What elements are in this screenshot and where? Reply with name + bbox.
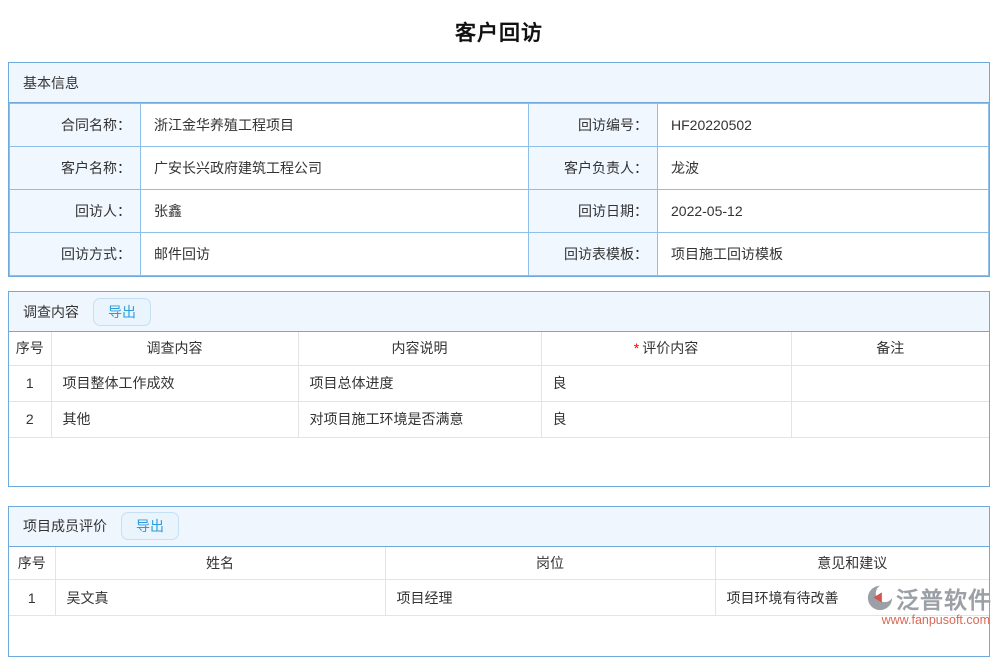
required-asterisk: * — [634, 340, 639, 356]
members-section-title: 项目成员评价 — [23, 516, 107, 536]
survey-description-cell: 项目总体进度 — [298, 365, 541, 401]
visit-template-label: 回访表模板： — [529, 233, 658, 276]
visit-number-value: HF20220502 — [658, 104, 989, 147]
customer-name-label: 客户名称： — [10, 147, 141, 190]
survey-col-evaluation: *评价内容 — [541, 332, 791, 365]
basic-info-row: 回访方式： 邮件回访 回访表模板： 项目施工回访模板 — [10, 233, 989, 276]
customer-name-value: 广安长兴政府建筑工程公司 — [141, 147, 529, 190]
row-index: 1 — [9, 365, 51, 401]
survey-header-row: 序号 调查内容 内容说明 *评价内容 备注 — [9, 332, 989, 365]
visit-date-label: 回访日期： — [529, 190, 658, 233]
row-index: 1 — [9, 580, 55, 616]
table-row: 1 项目整体工作成效 项目总体进度 良 — [9, 365, 989, 401]
basic-info-section-title: 基本信息 — [23, 73, 79, 93]
survey-export-button[interactable]: 导出 — [93, 298, 151, 326]
survey-empty-area — [9, 438, 989, 486]
members-export-button[interactable]: 导出 — [121, 512, 179, 540]
survey-col-index: 序号 — [9, 332, 51, 365]
members-section: 项目成员评价 导出 序号 姓名 岗位 意见和建议 1 吴文真 项目经理 项目环境… — [8, 506, 990, 657]
members-header-row: 序号 姓名 岗位 意见和建议 — [9, 547, 989, 580]
members-col-suggestion: 意见和建议 — [715, 547, 989, 580]
survey-col-content: 调查内容 — [51, 332, 298, 365]
members-table: 序号 姓名 岗位 意见和建议 1 吴文真 项目经理 项目环境有待改善 — [9, 547, 989, 617]
member-name-cell: 吴文真 — [55, 580, 385, 616]
members-empty-area — [9, 616, 989, 656]
survey-section-title: 调查内容 — [23, 302, 79, 322]
survey-remark-cell — [791, 401, 989, 437]
basic-info-row: 合同名称： 浙江金华养殖工程项目 回访编号： HF20220502 — [10, 104, 989, 147]
table-row: 2 其他 对项目施工环境是否满意 良 — [9, 401, 989, 437]
contract-name-value: 浙江金华养殖工程项目 — [141, 104, 529, 147]
survey-table: 序号 调查内容 内容说明 *评价内容 备注 1 项目整体工作成效 项目总体进度 … — [9, 332, 989, 438]
members-col-index: 序号 — [9, 547, 55, 580]
visit-date-value: 2022-05-12 — [658, 190, 989, 233]
survey-section-header: 调查内容 导出 — [9, 292, 989, 332]
survey-evaluation-cell: 良 — [541, 401, 791, 437]
visit-method-label: 回访方式： — [10, 233, 141, 276]
customer-owner-label: 客户负责人： — [529, 147, 658, 190]
survey-description-cell: 对项目施工环境是否满意 — [298, 401, 541, 437]
member-suggestion-cell: 项目环境有待改善 — [715, 580, 989, 616]
visit-number-label: 回访编号： — [529, 104, 658, 147]
survey-evaluation-cell: 良 — [541, 365, 791, 401]
survey-content-cell: 其他 — [51, 401, 298, 437]
survey-remark-cell — [791, 365, 989, 401]
survey-section: 调查内容 导出 序号 调查内容 内容说明 *评价内容 备注 1 项目整体工作成效… — [8, 291, 990, 487]
members-col-name: 姓名 — [55, 547, 385, 580]
members-section-header: 项目成员评价 导出 — [9, 507, 989, 547]
basic-info-row: 客户名称： 广安长兴政府建筑工程公司 客户负责人： 龙波 — [10, 147, 989, 190]
basic-info-section-header: 基本信息 — [9, 63, 989, 103]
basic-info-row: 回访人： 张鑫 回访日期： 2022-05-12 — [10, 190, 989, 233]
visit-template-value: 项目施工回访模板 — [658, 233, 989, 276]
members-col-position: 岗位 — [385, 547, 715, 580]
basic-info-section: 基本信息 合同名称： 浙江金华养殖工程项目 回访编号： HF20220502 客… — [8, 62, 990, 277]
contract-name-label: 合同名称： — [10, 104, 141, 147]
visitor-label: 回访人： — [10, 190, 141, 233]
page-title: 客户回访 — [0, 0, 998, 62]
survey-content-cell: 项目整体工作成效 — [51, 365, 298, 401]
visitor-value: 张鑫 — [141, 190, 529, 233]
customer-owner-value: 龙波 — [658, 147, 989, 190]
survey-col-remark: 备注 — [791, 332, 989, 365]
member-position-cell: 项目经理 — [385, 580, 715, 616]
survey-col-description: 内容说明 — [298, 332, 541, 365]
visit-method-value: 邮件回访 — [141, 233, 529, 276]
row-index: 2 — [9, 401, 51, 437]
basic-info-table: 合同名称： 浙江金华养殖工程项目 回访编号： HF20220502 客户名称： … — [9, 103, 989, 276]
table-row: 1 吴文真 项目经理 项目环境有待改善 — [9, 580, 989, 616]
